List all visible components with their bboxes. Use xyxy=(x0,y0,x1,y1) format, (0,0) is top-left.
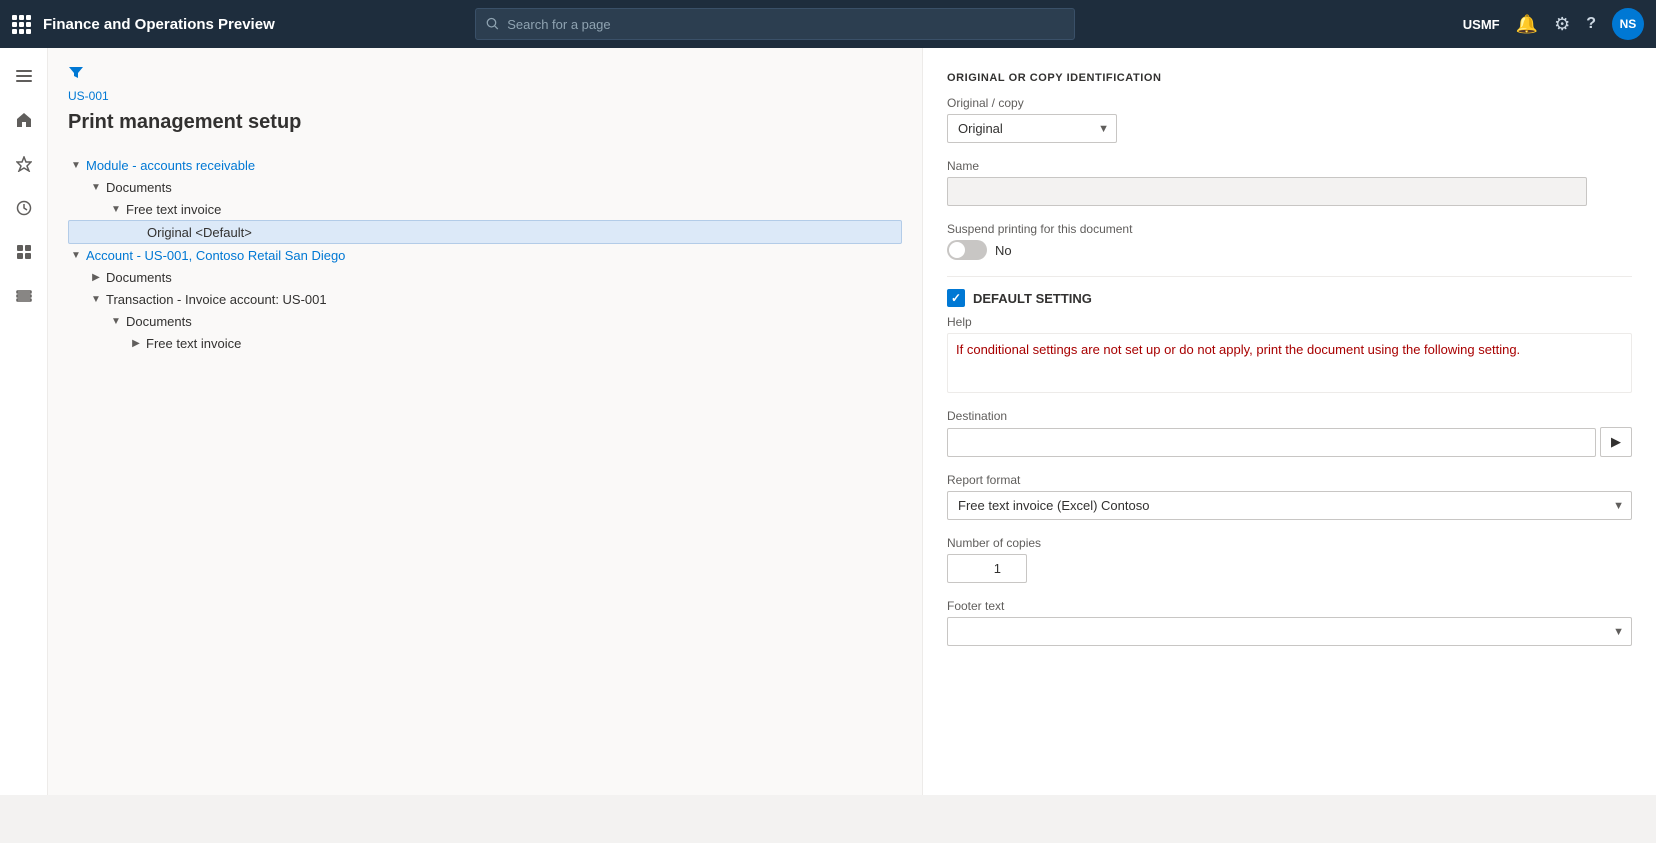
tree-item[interactable]: Account - US-001, Contoso Retail San Die… xyxy=(68,244,902,266)
search-input[interactable] xyxy=(507,17,1064,32)
tree-item[interactable]: Documents xyxy=(68,310,902,332)
report-format-group: Report format Free text invoice (Excel) … xyxy=(947,473,1632,520)
app-title: Finance and Operations Preview xyxy=(43,16,275,33)
original-copy-group: Original / copy Original Copy ▼ xyxy=(947,96,1632,143)
tree-item-label: Module - accounts receivable xyxy=(86,158,255,173)
footer-text-label: Footer text xyxy=(947,599,1632,613)
main-content: US-001 Print management setup Module - a… xyxy=(48,48,1656,795)
help-content: If conditional settings are not set up o… xyxy=(947,333,1632,393)
name-group: Name Original xyxy=(947,159,1632,206)
tree-panel: US-001 Print management setup Module - a… xyxy=(48,48,923,795)
tree-item-label: Transaction - Invoice account: US-001 xyxy=(106,292,327,307)
gear-icon[interactable]: ⚙ xyxy=(1554,14,1570,35)
left-sidebar xyxy=(0,48,48,795)
sidebar-item-hamburger[interactable] xyxy=(4,56,44,96)
tree-item[interactable]: Documents xyxy=(68,266,902,288)
default-setting-group: DEFAULT SETTING xyxy=(947,289,1632,307)
tree-item[interactable]: Free text invoice xyxy=(68,332,902,354)
tree-arrow-icon xyxy=(88,179,104,195)
help-icon[interactable]: ? xyxy=(1586,15,1596,33)
footer-text-group: Footer text ▼ xyxy=(947,599,1632,646)
suspend-text: No xyxy=(995,243,1012,258)
tree-item-label: Original <Default> xyxy=(147,225,252,240)
destination-arrow-button[interactable]: ▶ xyxy=(1600,427,1632,457)
tree-arrow-icon xyxy=(88,269,104,285)
original-copy-dropdown-wrapper: Original Copy ▼ xyxy=(947,114,1117,143)
default-setting-checkbox[interactable] xyxy=(947,289,965,307)
name-input[interactable]: Original xyxy=(947,177,1587,206)
page-title: Print management setup xyxy=(68,111,902,134)
filter-icon[interactable] xyxy=(68,64,84,85)
number-copies-group: Number of copies 1 xyxy=(947,536,1632,583)
tree-item[interactable]: Transaction - Invoice account: US-001 xyxy=(68,288,902,310)
tree-item[interactable]: Documents xyxy=(68,176,902,198)
sidebar-item-recent[interactable] xyxy=(4,188,44,228)
company-label: USMF xyxy=(1463,17,1500,32)
tree-arrow-icon xyxy=(108,313,124,329)
tree-item[interactable]: Original <Default> xyxy=(68,220,902,244)
sidebar-item-home[interactable] xyxy=(4,100,44,140)
suspend-toggle[interactable] xyxy=(947,240,987,260)
tree-item[interactable]: Free text invoice xyxy=(68,198,902,220)
sidebar-item-modules[interactable] xyxy=(4,276,44,316)
breadcrumb: US-001 xyxy=(68,89,902,103)
destination-input[interactable]: <Default> xyxy=(947,428,1596,457)
tree-arrow-icon xyxy=(68,157,84,173)
bell-icon[interactable]: 🔔 xyxy=(1516,14,1538,35)
name-label: Name xyxy=(947,159,1632,173)
tree-item-label: Account - US-001, Contoso Retail San Die… xyxy=(86,248,345,263)
tree-item[interactable]: Module - accounts receivable xyxy=(68,154,902,176)
destination-label: Destination xyxy=(947,409,1632,423)
tree-item-label: Free text invoice xyxy=(146,336,241,351)
help-group: Help If conditional settings are not set… xyxy=(947,315,1632,393)
number-copies-input[interactable]: 1 xyxy=(947,554,1027,583)
help-text: If conditional settings are not set up o… xyxy=(956,342,1520,357)
tree-item-label: Documents xyxy=(106,270,172,285)
original-copy-select[interactable]: Original Copy xyxy=(947,114,1117,143)
apps-icon[interactable] xyxy=(12,15,31,34)
destination-row: <Default> ▶ xyxy=(947,427,1632,457)
number-copies-label: Number of copies xyxy=(947,536,1632,550)
tree-item-label: Free text invoice xyxy=(126,202,221,217)
form-panel: ORIGINAL OR COPY IDENTIFICATION Original… xyxy=(923,48,1656,795)
suspend-label: Suspend printing for this document xyxy=(947,222,1632,236)
footer-text-dropdown-wrapper: ▼ xyxy=(947,617,1632,646)
section-title: ORIGINAL OR COPY IDENTIFICATION xyxy=(947,72,1632,84)
tree-item-label: Documents xyxy=(106,180,172,195)
default-setting-label: DEFAULT SETTING xyxy=(973,291,1092,306)
search-icon xyxy=(486,17,499,31)
sidebar-item-workspaces[interactable] xyxy=(4,232,44,272)
nav-icons: USMF 🔔 ⚙ ? NS xyxy=(1463,8,1644,40)
tree-arrow-icon xyxy=(88,291,104,307)
help-label: Help xyxy=(947,315,1632,329)
destination-group: Destination <Default> ▶ xyxy=(947,409,1632,457)
avatar[interactable]: NS xyxy=(1612,8,1644,40)
sidebar-item-favorites[interactable] xyxy=(4,144,44,184)
original-copy-label: Original / copy xyxy=(947,96,1632,110)
tree-arrow-icon xyxy=(108,201,124,217)
top-nav: Finance and Operations Preview USMF 🔔 ⚙ … xyxy=(0,0,1656,48)
tree-container: Module - accounts receivable Documents Fre… xyxy=(68,154,902,354)
tree-item-label: Documents xyxy=(126,314,192,329)
report-format-label: Report format xyxy=(947,473,1632,487)
footer-text-select[interactable] xyxy=(947,617,1632,646)
divider-1 xyxy=(947,276,1632,277)
report-format-dropdown-wrapper: Free text invoice (Excel) Contoso ▼ xyxy=(947,491,1632,520)
tree-arrow-icon xyxy=(128,335,144,351)
suspend-toggle-group: No xyxy=(947,240,1632,260)
report-format-select[interactable]: Free text invoice (Excel) Contoso xyxy=(947,491,1632,520)
tree-arrow-icon xyxy=(68,247,84,263)
suspend-group: Suspend printing for this document No xyxy=(947,222,1632,260)
search-bar xyxy=(475,8,1075,40)
